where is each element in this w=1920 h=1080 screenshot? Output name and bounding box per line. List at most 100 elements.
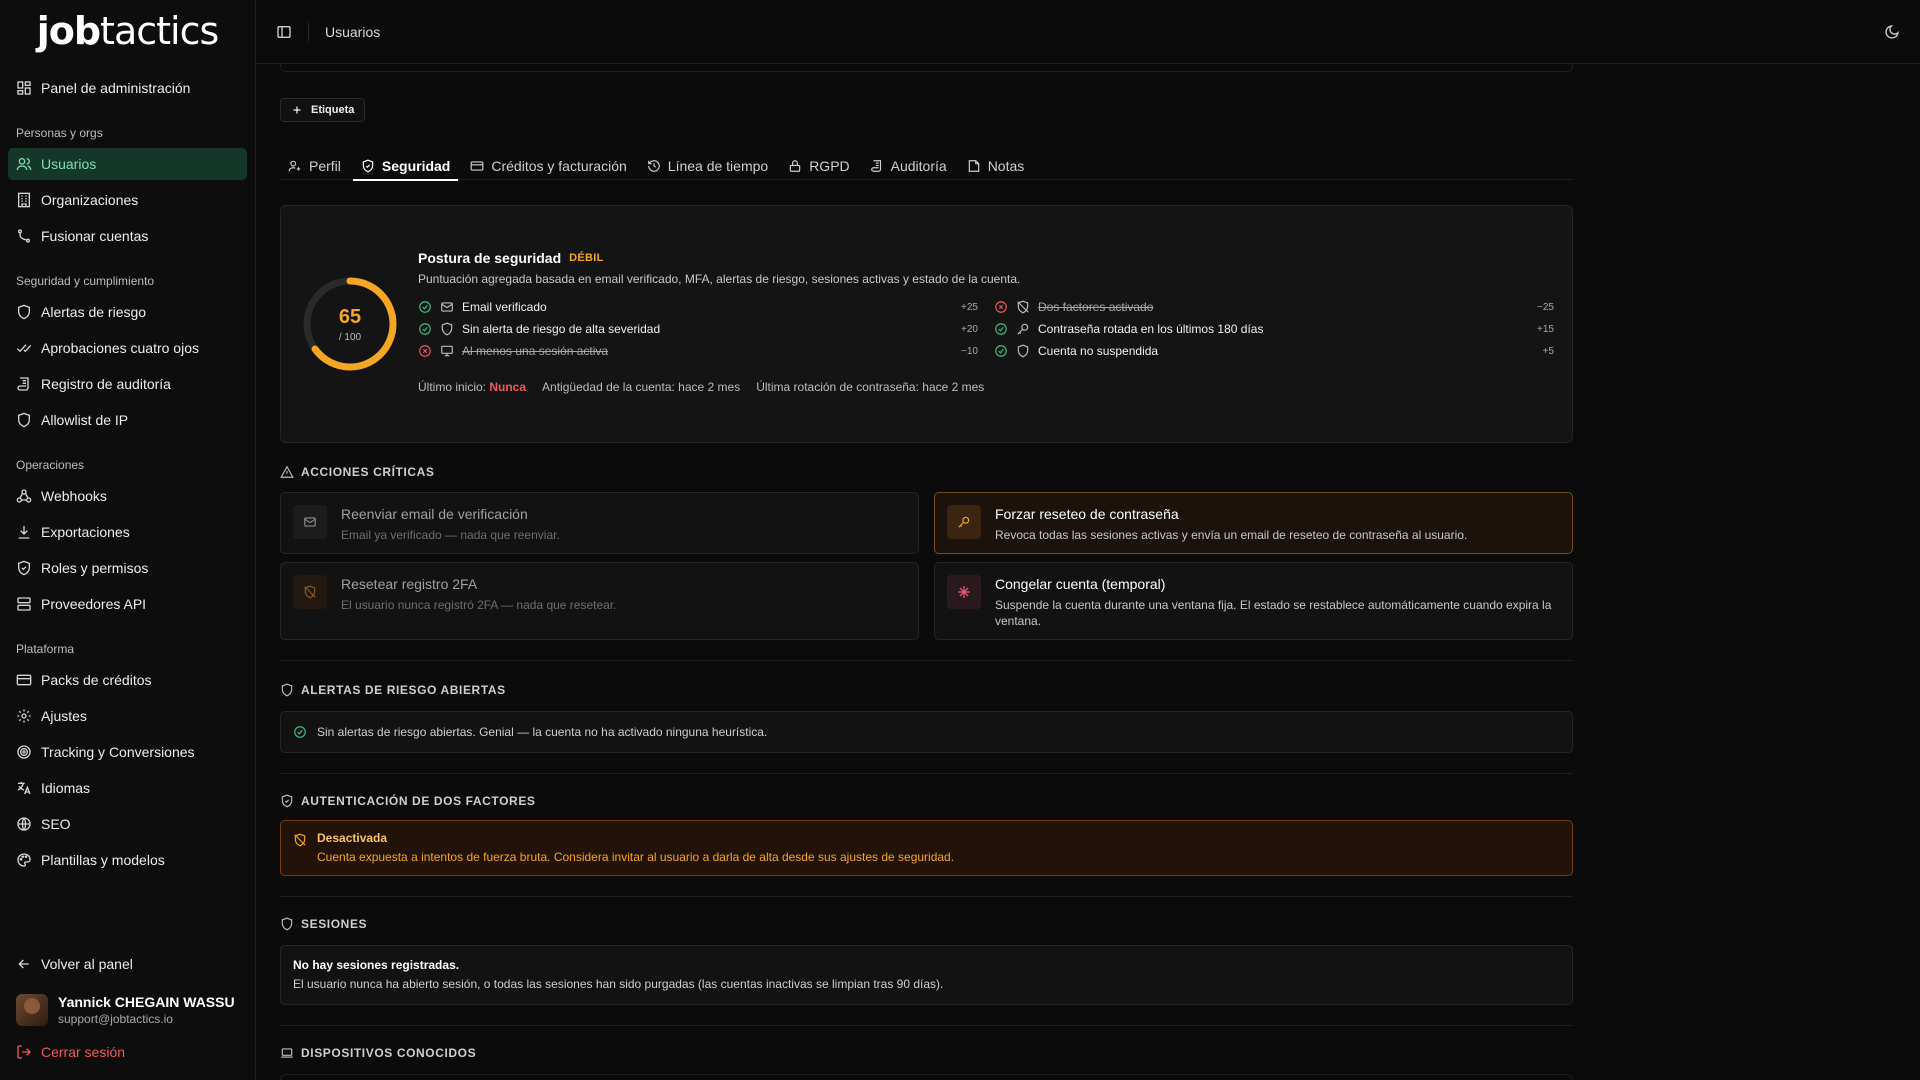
tab-gdpr[interactable]: RGPD (780, 152, 857, 180)
sidebar-item-tracking[interactable]: Tracking y Conversiones (8, 736, 247, 768)
x-circle-icon (419, 345, 431, 357)
sidebar-item-label: Alertas de riesgo (41, 304, 147, 320)
sidebar-item-label: Roles y permisos (41, 560, 149, 576)
breadcrumb[interactable]: Usuarios (325, 24, 380, 40)
sidebar-item-label: Ajustes (41, 708, 87, 724)
sidebar-item-languages[interactable]: Idiomas (8, 772, 247, 804)
languages-icon (17, 782, 31, 795)
sidebar-item-organizations[interactable]: Organizaciones (8, 184, 247, 216)
merge-icon (18, 229, 30, 243)
warning-triangle-icon (280, 465, 294, 478)
building-icon (18, 192, 30, 208)
mail-icon (441, 302, 453, 312)
user-card[interactable]: Yannick CHEGAIN WASSU support@jobtactics… (8, 990, 247, 1030)
tab-audit[interactable]: Auditoría (862, 152, 955, 180)
last-login-label: Último inicio: (418, 380, 487, 394)
logout-icon (17, 1045, 31, 1059)
force-password-reset-button[interactable]: Forzar reseteo de contraseña Revoca toda… (934, 492, 1573, 554)
sidebar-toggle-icon[interactable] (276, 24, 292, 40)
dashboard-icon (17, 81, 31, 95)
sidebar-item-label: Exportaciones (41, 524, 130, 540)
tab-label: RGPD (809, 158, 850, 174)
sidebar-item-admin-panel[interactable]: Panel de administración (8, 72, 247, 104)
x-circle-icon (995, 301, 1007, 313)
tab-profile[interactable]: Perfil (280, 152, 349, 180)
sidebar-item-api-providers[interactable]: Proveedores API (8, 588, 247, 620)
sidebar-item-four-eyes[interactable]: Aprobaciones cuatro ojos (8, 332, 247, 364)
sidebar-item-label: SEO (41, 816, 71, 832)
sidebar-item-audit-log[interactable]: Registro de auditoría (8, 368, 247, 400)
check-label: Dos factores activado (1038, 300, 1154, 314)
sidebar-item-settings[interactable]: Ajustes (8, 700, 247, 732)
sidebar-item-templates[interactable]: Plantillas y modelos (8, 844, 247, 876)
sidebar-item-merge-accounts[interactable]: Fusionar cuentas (8, 220, 247, 252)
sidebar-item-credit-packs[interactable]: Packs de créditos (8, 664, 247, 696)
tab-label: Línea de tiempo (667, 158, 769, 174)
two-factor-heading: Autenticación de dos factores (280, 794, 1556, 808)
posture-title: Postura de seguridad (418, 250, 562, 266)
score-value: 65 (338, 305, 362, 328)
check-label: Contraseña rotada en los últimos 180 día… (1038, 322, 1264, 336)
credit-card-icon (16, 674, 32, 686)
action-desc: El usuario nunca registró 2FA — nada que… (341, 598, 617, 612)
sidebar-item-risk-alerts[interactable]: Alertas de riesgo (8, 296, 247, 328)
password-rotation: Última rotación de contraseña: hace 2 me… (756, 380, 985, 394)
gear-icon (17, 709, 31, 723)
sidebar-item-exports[interactable]: Exportaciones (8, 516, 247, 548)
posture-subtitle: Puntuación agregada basada en email veri… (418, 272, 1021, 286)
tab-label: Auditoría (890, 158, 947, 174)
action-desc: Suspende la cuenta durante una ventana f… (995, 598, 1552, 628)
score-max: / 100 (338, 331, 362, 343)
user-name: Yannick CHEGAIN WASSU (58, 994, 235, 1010)
tab-label: Notas (987, 158, 1025, 174)
reset-2fa-button[interactable]: Resetear registro 2FA El usuario nunca r… (280, 562, 919, 640)
tab-security[interactable]: Seguridad (352, 152, 459, 181)
sidebar-item-seo[interactable]: SEO (8, 808, 247, 840)
sticky-note-icon (968, 160, 979, 172)
users-icon (16, 158, 32, 171)
logout-button[interactable]: Cerrar sesión (8, 1036, 247, 1068)
tab-notes[interactable]: Notas (959, 152, 1033, 180)
tab-label: Seguridad (381, 158, 451, 174)
brand-logo[interactable]: job tactics (8, 0, 247, 64)
section-divider (280, 1025, 1573, 1026)
sidebar-item-label: Idiomas (41, 780, 91, 796)
tab-timeline[interactable]: Línea de tiempo (639, 152, 776, 180)
double-check-icon (16, 344, 32, 353)
shield-check-icon (281, 794, 293, 808)
security-posture-card: 65 / 100 Postura de seguridad DÉBIL Punt… (280, 205, 1573, 443)
check-label: Email verificado (462, 300, 547, 314)
sidebar-item-ip-allowlist[interactable]: Allowlist de IP (8, 404, 247, 436)
check-circle-icon (294, 726, 306, 738)
key-icon (958, 516, 970, 528)
sidebar-item-label: Fusionar cuentas (41, 228, 149, 244)
add-tag-button[interactable]: Etiqueta (280, 98, 366, 122)
user-key-icon (288, 160, 301, 172)
content: Etiqueta Perfil Seguridad Créditos y fac… (256, 64, 1573, 1080)
sidebar-item-label: Registro de auditoría (41, 376, 171, 392)
back-to-panel-link[interactable]: Volver al panel (8, 948, 247, 980)
sidebar-item-webhooks[interactable]: Webhooks (8, 480, 247, 512)
plus-icon (293, 106, 301, 114)
check-points: +15 (1537, 323, 1554, 335)
check-points: +25 (961, 301, 978, 313)
target-icon (17, 745, 31, 759)
action-desc: Revoca todas las sesiones activas y enví… (995, 528, 1468, 542)
scroll-icon (870, 160, 881, 172)
mail-icon (304, 517, 316, 527)
theme-toggle-moon-icon[interactable] (1884, 24, 1900, 40)
section-divider (280, 773, 1573, 774)
sidebar-item-users[interactable]: Usuarios (8, 148, 247, 180)
last-login-value: Nunca (489, 380, 527, 394)
check-label: Sin alerta de riesgo de alta severidad (462, 322, 661, 336)
tab-label: Perfil (309, 158, 341, 174)
laptop-icon (281, 1048, 293, 1058)
check-points: −25 (1537, 301, 1554, 313)
globe-icon (17, 817, 31, 831)
freeze-account-button[interactable]: Congelar cuenta (temporal) Suspende la c… (934, 562, 1573, 640)
tab-credits-billing[interactable]: Créditos y facturación (462, 152, 634, 180)
shield-check-icon (18, 560, 30, 576)
sidebar-item-roles[interactable]: Roles y permisos (8, 552, 247, 584)
resend-verification-email-button[interactable]: Reenviar email de verificación Email ya … (280, 492, 919, 554)
nav-group-title: Plataforma (16, 642, 75, 656)
